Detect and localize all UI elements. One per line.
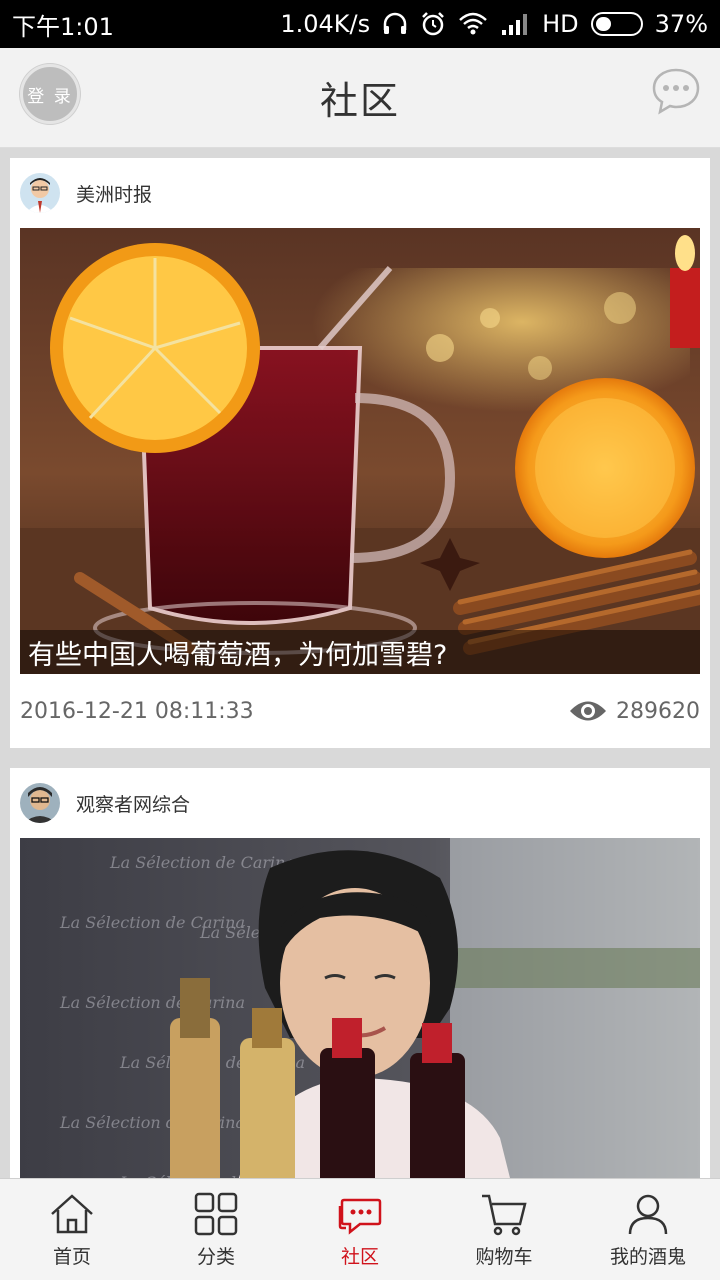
source-name[interactable]: 美洲时报 <box>76 180 152 207</box>
source-avatar <box>20 173 60 213</box>
tab-community[interactable]: 社区 <box>288 1179 432 1280</box>
bottom-tab-bar: 首页 分类 社区 购物车 我的酒鬼 <box>0 1178 720 1280</box>
tab-profile[interactable]: 我的酒鬼 <box>576 1179 720 1280</box>
login-button[interactable]: 登 录 <box>20 64 80 124</box>
article-image[interactable]: 有些中国人喝葡萄酒，为何加雪碧? <box>20 228 700 674</box>
source-avatar <box>20 783 60 823</box>
tab-label: 我的酒鬼 <box>609 1246 686 1268</box>
community-feed[interactable]: 美洲时报 有些中国人喝葡萄酒，为何加雪碧? 2016-12-21 08:11:3… <box>0 148 720 1178</box>
network-speed: 1.04K/s <box>280 10 371 38</box>
feed-card[interactable]: 美洲时报 有些中国人喝葡萄酒，为何加雪碧? 2016-12-21 08:11:3… <box>10 158 710 748</box>
feed-card[interactable]: 观察者网综合 La Sélection de Carina La Sélecti… <box>10 768 710 1178</box>
svg-text:La Sélection de Carina: La Sélection de Carina <box>109 853 295 872</box>
home-icon <box>51 1194 93 1234</box>
app-header: 登 录 社区 <box>0 48 720 148</box>
cart-icon <box>482 1194 527 1236</box>
tab-label: 分类 <box>196 1246 235 1268</box>
eye-icon <box>570 701 607 721</box>
chat-icon <box>338 1198 382 1235</box>
tab-home[interactable]: 首页 <box>0 1179 144 1280</box>
article-title[interactable]: 有些中国人喝葡萄酒，为何加雪碧? <box>20 630 700 674</box>
tab-label: 购物车 <box>475 1246 533 1268</box>
network-type: HD <box>542 10 579 38</box>
view-count-value: 289620 <box>616 698 700 724</box>
alarm-icon <box>420 11 446 37</box>
tab-category[interactable]: 分类 <box>144 1179 288 1280</box>
grid-icon <box>194 1192 238 1236</box>
signal-icon <box>500 12 530 36</box>
tab-cart[interactable]: 购物车 <box>432 1179 576 1280</box>
message-bubble-icon <box>652 68 700 115</box>
wifi-icon <box>458 12 488 36</box>
source-name[interactable]: 观察者网综合 <box>76 790 190 817</box>
tab-label: 首页 <box>52 1246 91 1268</box>
status-bar: 下午1:01 1.04K/s HD 37% <box>0 0 720 48</box>
status-time: 下午1:01 <box>12 12 114 41</box>
article-image[interactable]: La Sélection de Carina La Sélection de C… <box>20 838 700 1178</box>
headphones-icon <box>382 12 408 36</box>
battery-icon <box>590 12 643 36</box>
user-icon <box>628 1194 668 1235</box>
battery-percent: 37% <box>654 10 708 38</box>
svg-text:La Sélection de Carina: La Sélection de Carina <box>59 993 245 1012</box>
view-count: 289620 <box>568 698 700 724</box>
page-title: 社区 <box>319 79 400 123</box>
tab-label: 社区 <box>340 1246 379 1268</box>
publish-date: 2016-12-21 08:11:33 <box>20 698 254 724</box>
message-button[interactable] <box>650 66 702 118</box>
